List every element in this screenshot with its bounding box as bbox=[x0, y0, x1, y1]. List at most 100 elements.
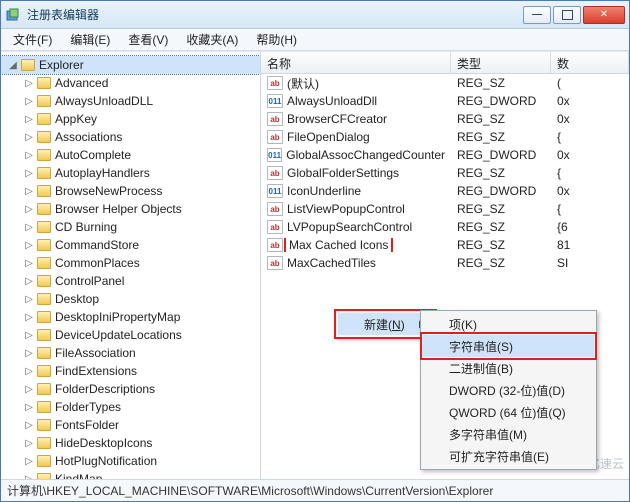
value-row[interactable]: abGlobalFolderSettingsREG_SZ{ bbox=[261, 164, 629, 182]
menu-favorites[interactable]: 收藏夹(A) bbox=[178, 29, 246, 50]
tree-node[interactable]: ▷HideDesktopIcons bbox=[1, 434, 260, 452]
expand-icon[interactable]: ▷ bbox=[23, 330, 35, 341]
ctx-new-expandstring[interactable]: 可扩充字符串值(E) bbox=[423, 445, 594, 467]
value-data: 0x bbox=[551, 148, 629, 162]
expand-icon[interactable]: ▷ bbox=[23, 132, 35, 143]
tree-node[interactable]: ▷BrowseNewProcess bbox=[1, 182, 260, 200]
expand-icon[interactable]: ▷ bbox=[23, 258, 35, 269]
value-row[interactable]: 011AlwaysUnloadDllREG_DWORD0x bbox=[261, 92, 629, 110]
tree-node[interactable]: ▷ControlPanel bbox=[1, 272, 260, 290]
ctx-new[interactable]: 新建(N) ▶ bbox=[338, 313, 433, 335]
value-data: 81 bbox=[551, 238, 629, 252]
menu-view[interactable]: 查看(V) bbox=[120, 29, 176, 50]
value-row[interactable]: 011GlobalAssocChangedCounterREG_DWORD0x bbox=[261, 146, 629, 164]
value-row[interactable]: abLVPopupSearchControlREG_SZ{6 bbox=[261, 218, 629, 236]
expand-icon[interactable]: ▷ bbox=[23, 312, 35, 323]
expand-icon[interactable]: ▷ bbox=[23, 294, 35, 305]
value-row[interactable]: ab(默认)REG_SZ( bbox=[261, 74, 629, 92]
value-name: GlobalAssocChangedCounter bbox=[286, 148, 445, 162]
menu-help[interactable]: 帮助(H) bbox=[248, 29, 305, 50]
value-type: REG_DWORD bbox=[451, 184, 551, 198]
tree-node[interactable]: ▷AutoplayHandlers bbox=[1, 164, 260, 182]
ctx-new-string[interactable]: 字符串值(S) bbox=[423, 335, 594, 357]
folder-icon bbox=[37, 311, 51, 323]
expand-icon[interactable]: ▷ bbox=[23, 78, 35, 89]
tree-node-explorer[interactable]: ◢ Explorer bbox=[1, 56, 260, 74]
tree-node[interactable]: ▷ Browser Helper Objects bbox=[1, 200, 260, 218]
ctx-new-multistring[interactable]: 多字符串值(M) bbox=[423, 423, 594, 445]
tree-node[interactable]: ▷ CommandStore bbox=[1, 236, 260, 254]
value-row[interactable]: abListViewPopupControlREG_SZ{ bbox=[261, 200, 629, 218]
folder-icon bbox=[37, 419, 51, 431]
value-row[interactable]: abBrowserCFCreatorREG_SZ0x bbox=[261, 110, 629, 128]
close-button[interactable] bbox=[583, 6, 625, 24]
value-type: REG_SZ bbox=[451, 166, 551, 180]
column-type[interactable]: 类型 bbox=[451, 52, 551, 73]
tree-node[interactable]: ▷ AlwaysUnloadDLL bbox=[1, 92, 260, 110]
folder-icon bbox=[37, 401, 51, 413]
tree-node[interactable]: ▷ CommonPlaces bbox=[1, 254, 260, 272]
tree-node[interactable]: ▷KindMap bbox=[1, 470, 260, 479]
value-type: REG_SZ bbox=[451, 202, 551, 216]
menu-file[interactable]: 文件(F) bbox=[5, 29, 60, 50]
column-data[interactable]: 数 bbox=[551, 52, 629, 73]
minimize-button[interactable] bbox=[523, 6, 551, 24]
ctx-new-qword[interactable]: QWORD (64 位)值(Q) bbox=[423, 401, 594, 423]
expand-icon[interactable]: ▷ bbox=[23, 96, 35, 107]
tree-node[interactable]: ▷CD Burning bbox=[1, 218, 260, 236]
maximize-button[interactable] bbox=[553, 6, 581, 24]
value-row[interactable]: abMaxCachedTilesREG_SZSI bbox=[261, 254, 629, 272]
expand-icon[interactable]: ▷ bbox=[23, 384, 35, 395]
value-row[interactable]: abFileOpenDialogREG_SZ{ bbox=[261, 128, 629, 146]
tree-node[interactable]: ▷Desktop bbox=[1, 290, 260, 308]
expand-icon[interactable]: ▷ bbox=[23, 240, 35, 251]
column-name[interactable]: 名称 bbox=[261, 52, 451, 73]
tree-node[interactable]: ▷Advanced bbox=[1, 74, 260, 92]
tree-node[interactable]: ▷AppKey bbox=[1, 110, 260, 128]
ctx-new-dword[interactable]: DWORD (32-位)值(D) bbox=[423, 379, 594, 401]
expand-icon[interactable]: ▷ bbox=[23, 402, 35, 413]
expand-icon[interactable]: ▷ bbox=[23, 114, 35, 125]
expand-icon[interactable]: ▷ bbox=[23, 366, 35, 377]
tree-node[interactable]: ▷FolderTypes bbox=[1, 398, 260, 416]
value-row[interactable]: abMax Cached IconsREG_SZ81 bbox=[261, 236, 629, 254]
tree-node[interactable]: ▷FontsFolder bbox=[1, 416, 260, 434]
tree-node-label: CommonPlaces bbox=[55, 256, 140, 270]
value-data: SI bbox=[551, 256, 629, 270]
expand-icon[interactable]: ▷ bbox=[23, 420, 35, 431]
expand-icon[interactable]: ▷ bbox=[23, 276, 35, 287]
value-name: IconUnderline bbox=[287, 184, 361, 198]
context-submenu-new[interactable]: 项(K) 字符串值(S) 二进制值(B) DWORD (32-位)值(D) QW… bbox=[420, 310, 597, 470]
folder-icon bbox=[37, 437, 51, 449]
tree-node[interactable]: ▷DeviceUpdateLocations bbox=[1, 326, 260, 344]
tree-node[interactable]: ▷DesktopIniPropertyMap bbox=[1, 308, 260, 326]
expand-icon[interactable]: ▷ bbox=[23, 348, 35, 359]
tree-node[interactable]: ▷FolderDescriptions bbox=[1, 380, 260, 398]
tree-node[interactable]: ▷Associations bbox=[1, 128, 260, 146]
expand-icon[interactable]: ▷ bbox=[23, 438, 35, 449]
tree-node[interactable]: ▷AutoComplete bbox=[1, 146, 260, 164]
expand-icon[interactable]: ▷ bbox=[23, 168, 35, 179]
tree-node-label: Browser Helper Objects bbox=[55, 202, 182, 216]
ctx-new-binary[interactable]: 二进制值(B) bbox=[423, 357, 594, 379]
expand-icon[interactable]: ▷ bbox=[23, 222, 35, 233]
tree-pane[interactable]: ◢ Explorer ▷Advanced▷AlwaysUnloadDLL▷App… bbox=[1, 52, 261, 479]
tree-node-label: KindMap bbox=[55, 472, 102, 479]
expand-icon[interactable]: ▷ bbox=[23, 204, 35, 215]
tree-node[interactable]: ▷FileAssociation bbox=[1, 344, 260, 362]
collapse-icon[interactable]: ◢ bbox=[7, 60, 19, 71]
tree-node-label: CommandStore bbox=[55, 238, 139, 252]
value-row[interactable]: 011IconUnderlineREG_DWORD0x bbox=[261, 182, 629, 200]
ctx-new-key[interactable]: 项(K) bbox=[423, 313, 594, 335]
menu-edit[interactable]: 编辑(E) bbox=[62, 29, 118, 50]
folder-icon bbox=[37, 95, 51, 107]
tree-node[interactable]: ▷HotPlugNotification bbox=[1, 452, 260, 470]
statusbar: 计算机\HKEY_LOCAL_MACHINE\SOFTWARE\Microsof… bbox=[1, 479, 629, 501]
expand-icon[interactable]: ▷ bbox=[23, 150, 35, 161]
tree-node[interactable]: ▷FindExtensions bbox=[1, 362, 260, 380]
expand-icon[interactable]: ▷ bbox=[23, 186, 35, 197]
expand-icon[interactable]: ▷ bbox=[23, 456, 35, 467]
value-name: Max Cached Icons bbox=[287, 238, 390, 252]
status-path: HKEY_LOCAL_MACHINE\SOFTWARE\Microsoft\Wi… bbox=[46, 484, 493, 498]
tree-node-label: AlwaysUnloadDLL bbox=[55, 94, 153, 108]
